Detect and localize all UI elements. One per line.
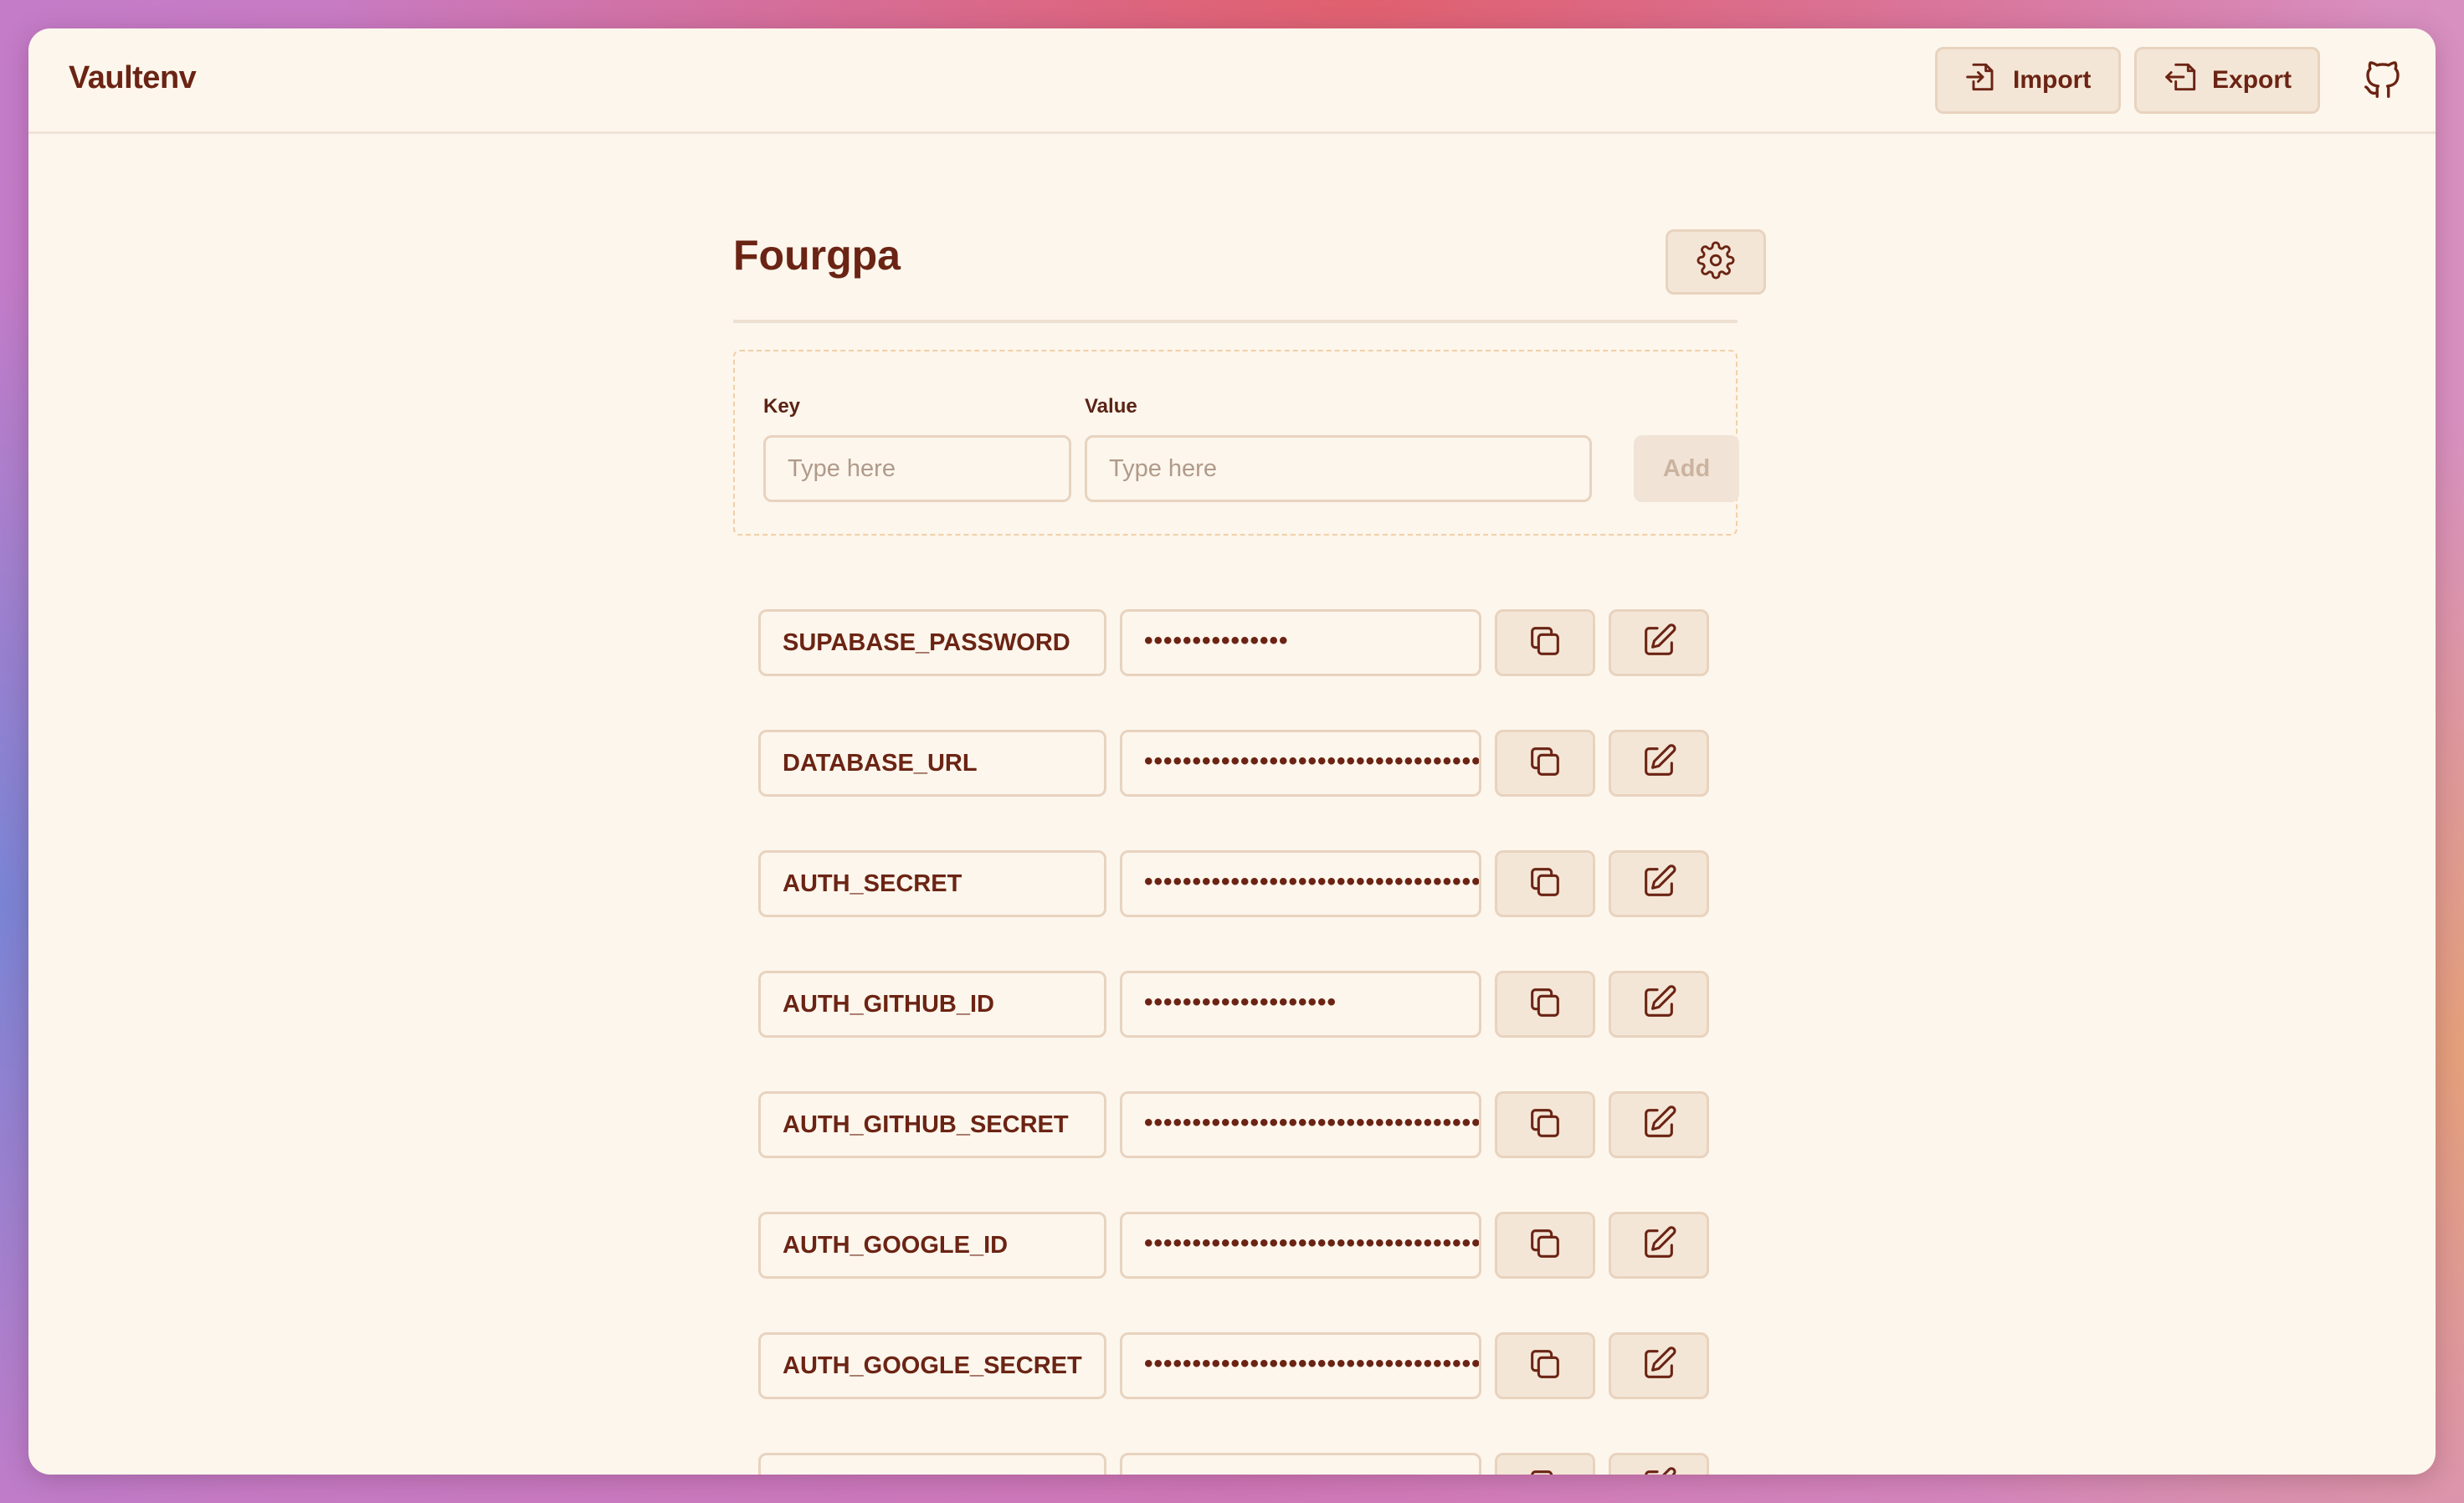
import-button[interactable]: Import — [1935, 47, 2121, 114]
copy-button[interactable] — [1495, 971, 1595, 1038]
brand-title[interactable]: Vaultenv — [69, 60, 197, 96]
secret-value[interactable]: ••••••••••••••• — [1120, 609, 1481, 676]
copy-button[interactable] — [1495, 1212, 1595, 1279]
secret-row: AUTH_GITHUB_SECRET •••••••••••••••••••••… — [758, 1091, 1712, 1160]
copy-icon — [1526, 863, 1564, 905]
edit-button[interactable] — [1609, 730, 1709, 797]
secret-value[interactable]: •••••••••••••••••••• — [1120, 971, 1481, 1038]
secret-value[interactable]: ••••••••••••••••••••••••••••••••••• — [1120, 1212, 1481, 1279]
title-divider — [733, 320, 1738, 323]
secret-value[interactable]: ••••••••••••••••••••••••••••••••••• — [1120, 1091, 1481, 1158]
secret-key[interactable]: AUTH_DISCORD_ID — [758, 1453, 1106, 1475]
copy-button[interactable] — [1495, 1091, 1595, 1158]
import-label: Import — [2013, 66, 2092, 94]
app-window: Vaultenv Import Export Fourgpa Key Value… — [28, 28, 2436, 1475]
key-input[interactable]: Type here — [763, 435, 1071, 502]
secret-row: AUTH_SECRET ••••••••••••••••••••••••••••… — [758, 850, 1712, 919]
copy-button[interactable] — [1495, 730, 1595, 797]
edit-button[interactable] — [1609, 1091, 1709, 1158]
secret-row: AUTH_DISCORD_ID ••••••••••••••••••• — [758, 1453, 1712, 1475]
secret-value[interactable]: ••••••••••••••••••• — [1120, 1453, 1481, 1475]
edit-button[interactable] — [1609, 971, 1709, 1038]
edit-button[interactable] — [1609, 850, 1709, 917]
key-label: Key — [763, 395, 801, 418]
edit-icon — [1640, 622, 1678, 664]
gear-icon — [1697, 241, 1735, 284]
copy-icon — [1526, 1224, 1564, 1267]
secret-row: AUTH_GOOGLE_SECRET •••••••••••••••••••••… — [758, 1332, 1712, 1401]
secret-row: SUPABASE_PASSWORD ••••••••••••••• — [758, 609, 1712, 678]
copy-button[interactable] — [1495, 850, 1595, 917]
secret-key[interactable]: SUPABASE_PASSWORD — [758, 609, 1106, 676]
export-label: Export — [2212, 66, 2292, 94]
copy-icon — [1526, 622, 1564, 664]
copy-icon — [1526, 1465, 1564, 1475]
add-secret-form: Key Value Type here Type here Add — [733, 350, 1739, 536]
copy-icon — [1526, 1104, 1564, 1146]
file-import-icon — [1964, 59, 2001, 102]
copy-button[interactable] — [1495, 609, 1595, 676]
edit-icon — [1640, 983, 1678, 1026]
file-export-icon — [2164, 59, 2200, 102]
copy-icon — [1526, 742, 1564, 785]
secret-row: DATABASE_URL •••••••••••••••••••••••••••… — [758, 730, 1712, 798]
secret-key[interactable]: AUTH_GITHUB_SECRET — [758, 1091, 1106, 1158]
secret-key[interactable]: AUTH_GITHUB_ID — [758, 971, 1106, 1038]
secret-key[interactable]: AUTH_GOOGLE_ID — [758, 1212, 1106, 1279]
edit-button[interactable] — [1609, 1212, 1709, 1279]
edit-icon — [1640, 863, 1678, 905]
copy-icon — [1526, 1345, 1564, 1388]
top-bar: Vaultenv Import Export — [28, 28, 2436, 134]
copy-button[interactable] — [1495, 1453, 1595, 1475]
edit-icon — [1640, 742, 1678, 785]
github-icon[interactable] — [2360, 57, 2405, 102]
copy-icon — [1526, 983, 1564, 1026]
secret-value[interactable]: ••••••••••••••••••••••••••••••••••• — [1120, 850, 1481, 917]
page-title: Fourgpa — [733, 232, 901, 279]
edit-icon — [1640, 1104, 1678, 1146]
add-button[interactable]: Add — [1634, 435, 1739, 502]
secret-key[interactable]: AUTH_SECRET — [758, 850, 1106, 917]
settings-button[interactable] — [1666, 229, 1766, 295]
secret-row: AUTH_GOOGLE_ID •••••••••••••••••••••••••… — [758, 1212, 1712, 1280]
edit-icon — [1640, 1224, 1678, 1267]
copy-button[interactable] — [1495, 1332, 1595, 1399]
secret-value[interactable]: ••••••••••••••••••••••••••••••••••• — [1120, 1332, 1481, 1399]
edit-icon — [1640, 1345, 1678, 1388]
secret-value[interactable]: ••••••••••••••••••••••••••••••••••• — [1120, 730, 1481, 797]
edit-button[interactable] — [1609, 609, 1709, 676]
value-label: Value — [1085, 395, 1137, 418]
value-input[interactable]: Type here — [1085, 435, 1592, 502]
secret-key[interactable]: DATABASE_URL — [758, 730, 1106, 797]
secret-row: AUTH_GITHUB_ID •••••••••••••••••••• — [758, 971, 1712, 1039]
export-button[interactable]: Export — [2134, 47, 2320, 114]
secret-key[interactable]: AUTH_GOOGLE_SECRET — [758, 1332, 1106, 1399]
edit-button[interactable] — [1609, 1453, 1709, 1475]
edit-button[interactable] — [1609, 1332, 1709, 1399]
edit-icon — [1640, 1465, 1678, 1475]
